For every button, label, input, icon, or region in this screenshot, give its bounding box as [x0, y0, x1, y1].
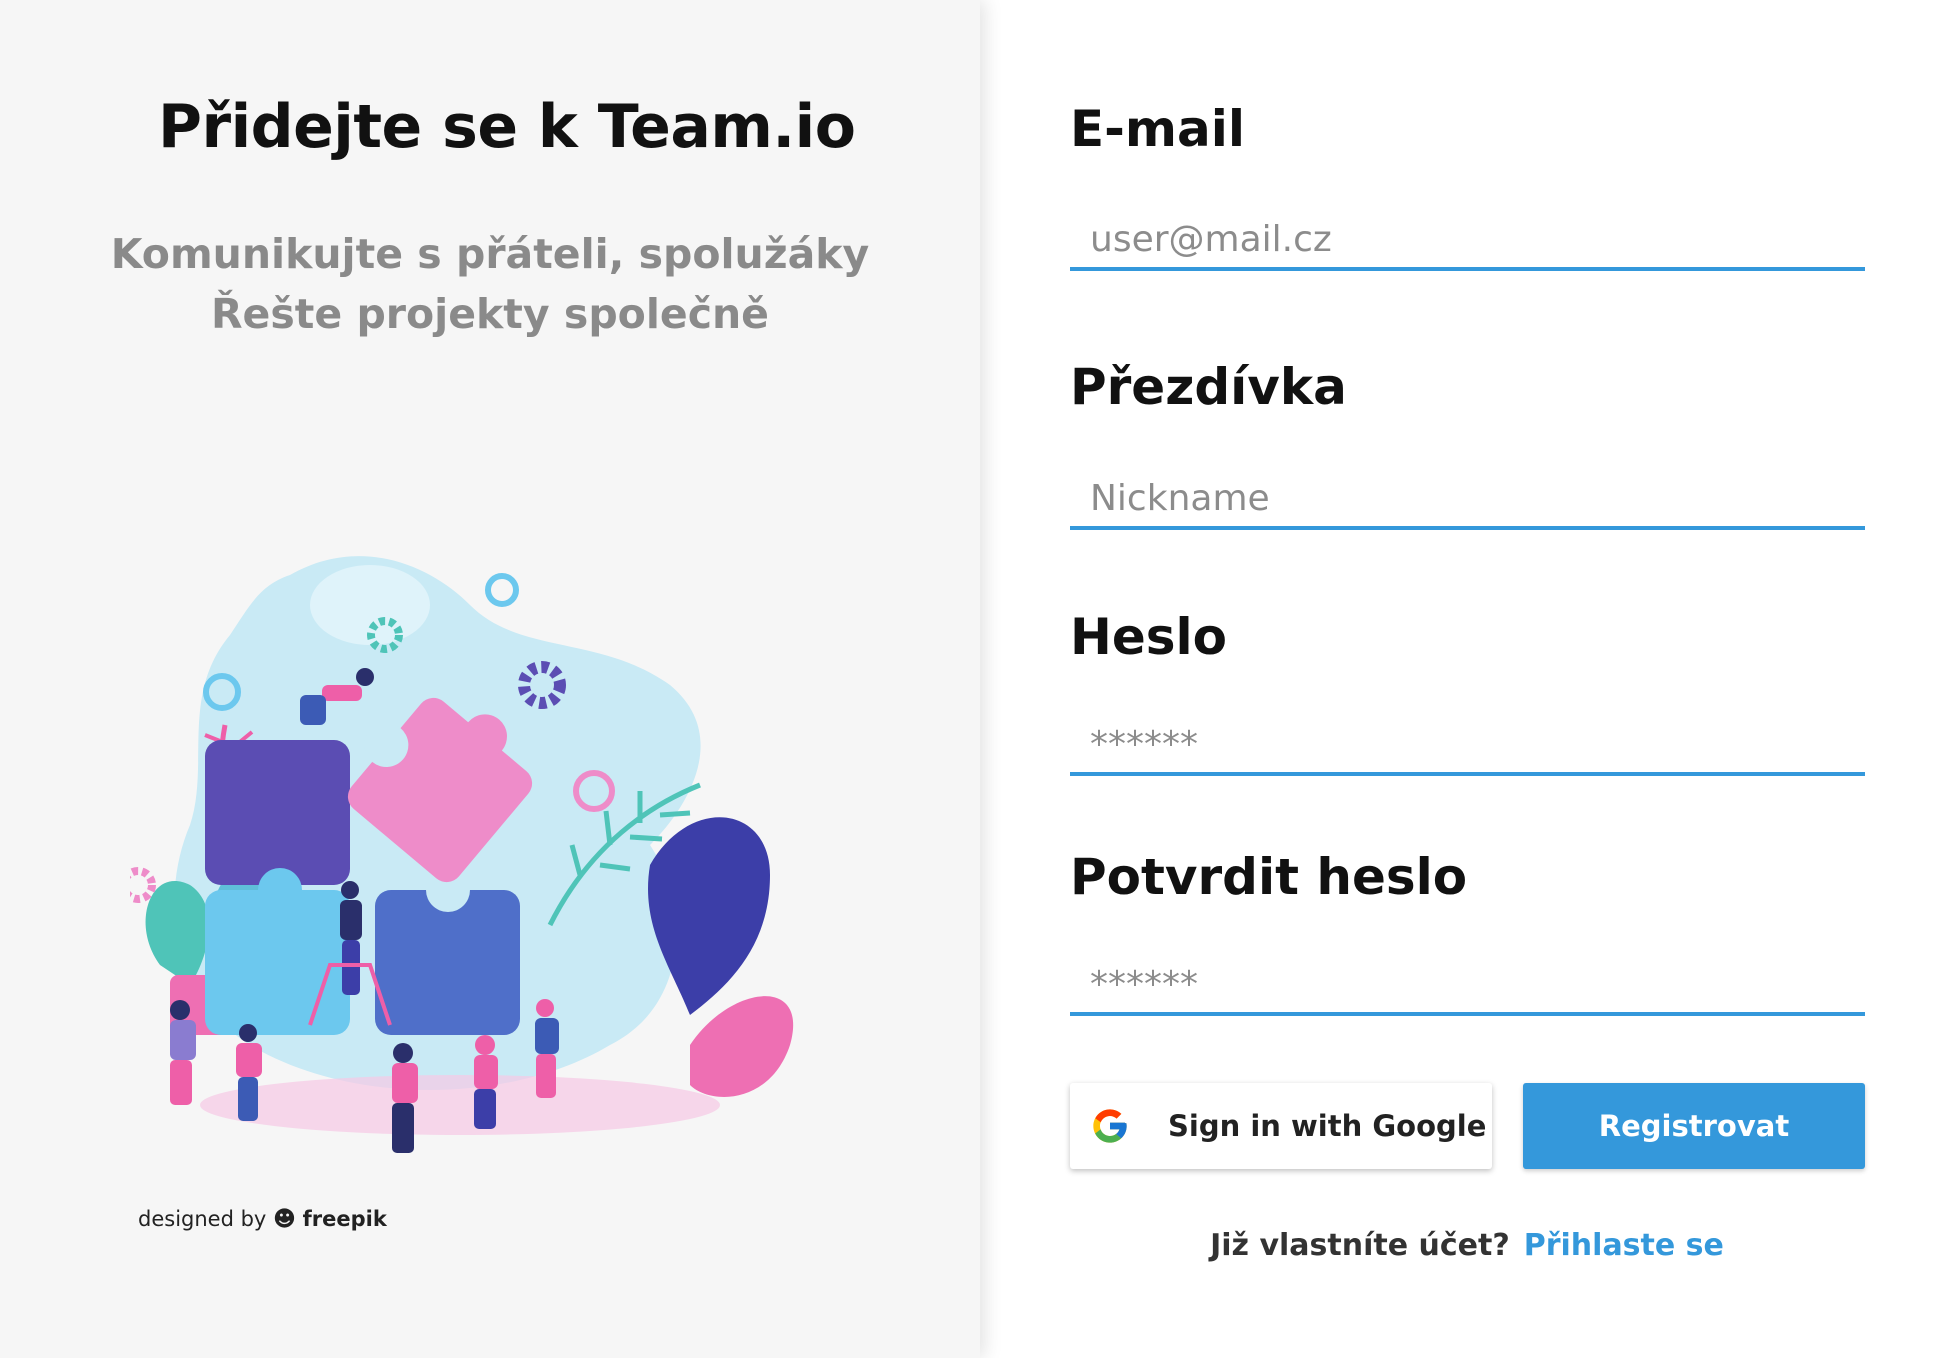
freepik-credit: designed by ☻ freepik	[138, 1207, 387, 1232]
nickname-input[interactable]	[1070, 470, 1865, 530]
password-input[interactable]	[1070, 716, 1865, 776]
credit-prefix: designed by	[138, 1207, 267, 1231]
subtitle-line-2: Řešte projekty společně	[210, 290, 769, 338]
freepik-logo-icon: ☻	[273, 1207, 296, 1232]
nickname-label: Přezdívka	[1070, 358, 1347, 416]
credit-brand: freepik	[302, 1207, 387, 1231]
registration-form: E-mail Přezdívka Heslo Potvrdit heslo Si…	[980, 0, 1954, 1358]
subtitle-line-1: Komunikujte s přáteli, spolužáky	[110, 230, 870, 278]
password-label: Heslo	[1070, 608, 1228, 666]
login-prompt: Již vlastníte účet? Přihlaste se	[980, 1228, 1954, 1263]
email-input[interactable]	[1070, 211, 1865, 271]
google-sign-in-button[interactable]: Sign in with Google	[1070, 1083, 1492, 1169]
google-button-label: Sign in with Google	[1168, 1109, 1487, 1143]
page-title: Přidejte se k Team.io	[158, 92, 856, 162]
login-question: Již vlastníte účet?	[1210, 1228, 1510, 1263]
teamwork-puzzle-illustration	[130, 556, 794, 1153]
confirm-password-label: Potvrdit heslo	[1070, 848, 1468, 906]
intro-panel: Přidejte se k Team.io Komunikujte s přát…	[0, 0, 980, 1358]
confirm-password-input[interactable]	[1070, 956, 1865, 1016]
register-button[interactable]: Registrovat	[1523, 1083, 1865, 1169]
google-g-icon	[1093, 1109, 1127, 1143]
login-link[interactable]: Přihlaste se	[1524, 1228, 1724, 1263]
email-label: E-mail	[1070, 100, 1246, 158]
